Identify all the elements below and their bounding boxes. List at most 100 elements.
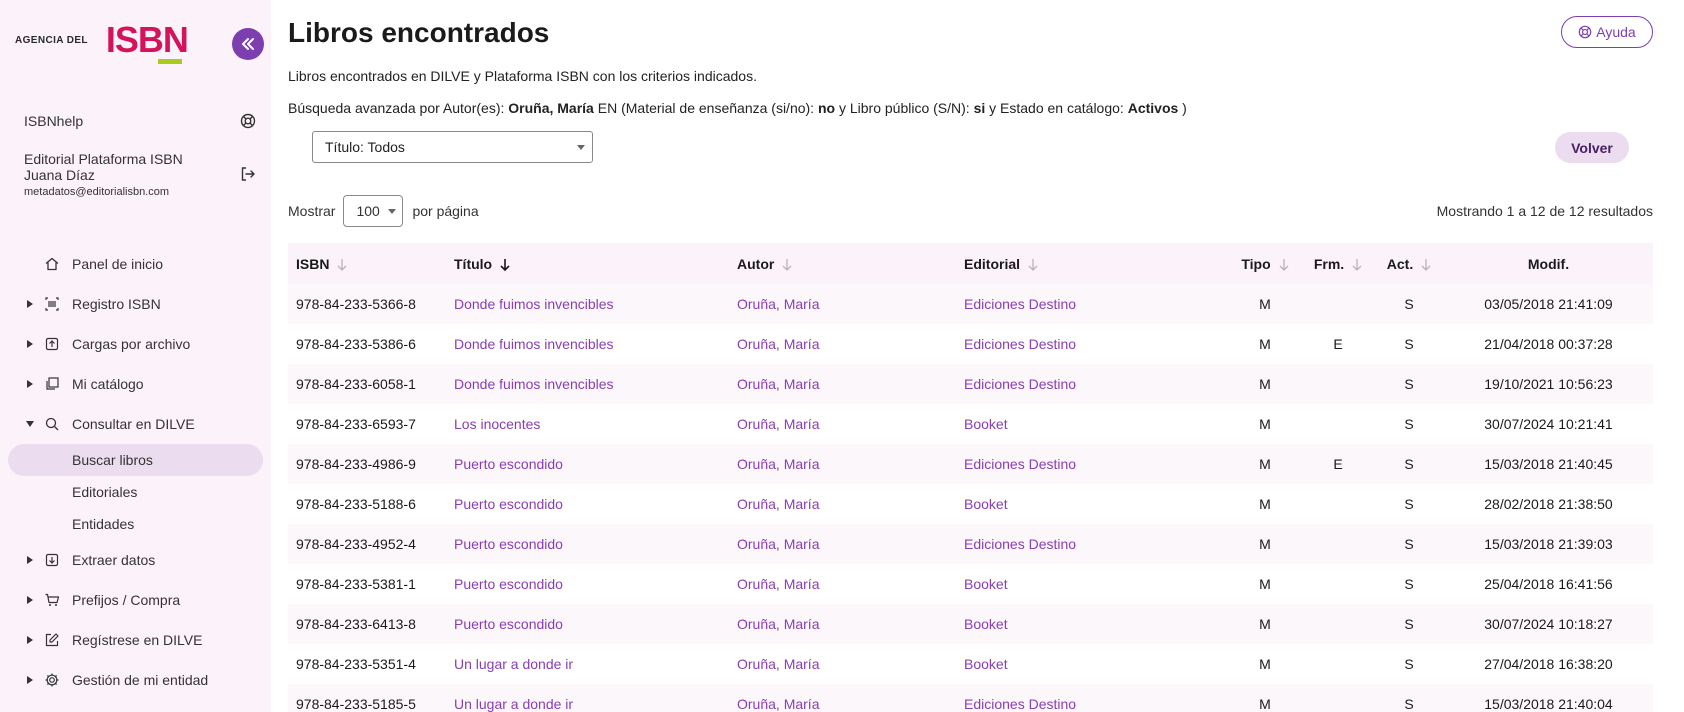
cell-tipo: M [1259,416,1271,432]
cell-title-link[interactable]: Un lugar a donde ir [446,684,729,712]
cell-act: S [1404,576,1414,592]
sidebar-item-panel-inicio[interactable]: Panel de inicio [0,244,271,284]
sidebar-subitem-entidades[interactable]: Entidades [0,508,271,540]
sidebar-item-consultar-dilve[interactable]: Consultar en DILVE [0,404,271,444]
cell-title-link[interactable]: Donde fuimos invencibles [446,324,729,364]
sidebar: AGENCIA DEL ISBN ISBNhelp Editorial Plat… [0,0,271,712]
back-button[interactable]: Volver [1555,132,1629,163]
cell-modif: 15/03/2018 21:40:04 [1484,696,1613,712]
collapse-sidebar-button[interactable] [232,28,264,60]
cell-modif: 19/10/2021 10:56:23 [1484,376,1613,392]
sort-arrow-down-active-icon [500,259,510,272]
cell-author-link[interactable]: Oruña, María [729,284,956,324]
sidebar-item-label: Gestión de mi entidad [72,672,209,688]
cell-frm [1302,484,1374,524]
sidebar-nav: Panel de inicio Registro ISBN Cargas por… [0,244,271,700]
cell-publisher-link[interactable]: Ediciones Destino [956,364,1228,404]
col-header-act[interactable]: Act. [1374,243,1444,284]
cell-act: S [1404,656,1414,672]
table-row: 978-84-233-4952-4 Puerto escondido Oruña, … [288,524,1653,564]
col-header-isbn[interactable]: ISBN [288,243,446,284]
cell-publisher-link[interactable]: Booket [956,564,1228,604]
cell-tipo: M [1259,536,1271,552]
cell-author-link[interactable]: Oruña, María [729,644,956,684]
cell-modif: 15/03/2018 21:39:03 [1484,536,1613,552]
cell-title-link[interactable]: Puerto escondido [446,524,729,564]
cell-author-link[interactable]: Oruña, María [729,324,956,364]
cart-icon [45,593,60,606]
cell-publisher-link[interactable]: Booket [956,604,1228,644]
title-filter-select[interactable]: Título: Todos [312,131,593,163]
sidebar-item-mi-catalogo[interactable]: Mi catálogo [0,364,271,404]
pagination-size: Mostrar 100 por página [288,195,479,227]
cell-isbn: 978-84-233-5185-5 [296,696,416,712]
sidebar-item-registrese-dilve[interactable]: Regístrese en DILVE [0,620,271,660]
per-page-select[interactable]: 100 [343,195,404,227]
cell-tipo: M [1259,616,1271,632]
table-row: 978-84-233-6593-7 Los inocentes Oruña, Mar… [288,404,1653,444]
cell-title-link[interactable]: Puerto escondido [446,564,729,604]
isbnhelp-link[interactable]: ISBNhelp [24,113,256,129]
cell-act: S [1404,416,1414,432]
help-button[interactable]: Ayuda [1561,16,1653,48]
col-header-editorial[interactable]: Editorial [956,243,1228,284]
cell-publisher-link[interactable]: Booket [956,404,1228,444]
cell-isbn: 978-84-233-4952-4 [296,536,416,552]
sidebar-item-prefijos-compra[interactable]: Prefijos / Compra [0,580,271,620]
col-header-titulo[interactable]: Título [446,243,729,284]
page-title: Libros encontrados [288,17,550,48]
show-label: Mostrar [288,203,336,219]
sidebar-subitem-buscar-libros[interactable]: Buscar libros [8,444,263,476]
logo-text: ISBN [105,19,189,60]
sidebar-item-registro-isbn[interactable]: Registro ISBN [0,284,271,324]
cell-title-link[interactable]: Puerto escondido [446,604,729,644]
cell-frm [1302,564,1374,604]
col-header-autor[interactable]: Autor [729,243,956,284]
sidebar-item-label: Extraer datos [72,552,156,568]
table-row: 978-84-233-5188-6 Puerto escondido Oruña, … [288,484,1653,524]
cell-title-link[interactable]: Donde fuimos invencibles [446,284,729,324]
agency-logo[interactable]: AGENCIA DEL ISBN [15,19,189,64]
sidebar-item-label: Consultar en DILVE [72,416,195,432]
sidebar-item-extraer-datos[interactable]: Extraer datos [0,540,271,580]
cell-author-link[interactable]: Oruña, María [729,444,956,484]
cell-author-link[interactable]: Oruña, María [729,524,956,564]
sidebar-item-cargas-archivo[interactable]: Cargas por archivo [0,324,271,364]
cell-author-link[interactable]: Oruña, María [729,604,956,644]
search-criteria: Búsqueda avanzada por Autor(es): Oruña, … [288,100,1187,116]
col-header-tipo[interactable]: Tipo [1228,243,1302,284]
cell-title-link[interactable]: Un lugar a donde ir [446,644,729,684]
cell-author-link[interactable]: Oruña, María [729,484,956,524]
cell-act: S [1404,696,1414,712]
cell-title-link[interactable]: Puerto escondido [446,444,729,484]
cell-author-link[interactable]: Oruña, María [729,564,956,604]
cell-title-link[interactable]: Los inocentes [446,404,729,444]
sort-arrow-down-icon [1279,259,1289,272]
table-row: 978-84-233-4986-9 Puerto escondido Oruña, … [288,444,1653,484]
cell-publisher-link[interactable]: Ediciones Destino [956,324,1228,364]
sort-arrow-down-icon [782,259,792,272]
help-button-label: Ayuda [1596,24,1636,40]
sidebar-item-gestion-entidad[interactable]: Gestión de mi entidad [0,660,271,700]
cell-publisher-link[interactable]: Booket [956,644,1228,684]
sidebar-subitem-editoriales[interactable]: Editoriales [0,476,271,508]
table-row: 978-84-233-5351-4 Un lugar a donde ir Oruñ… [288,644,1653,684]
cell-author-link[interactable]: Oruña, María [729,364,956,404]
cell-publisher-link[interactable]: Booket [956,484,1228,524]
cell-author-link[interactable]: Oruña, María [729,684,956,712]
cell-publisher-link[interactable]: Ediciones Destino [956,524,1228,564]
cell-frm [1302,364,1374,404]
cell-title-link[interactable]: Puerto escondido [446,484,729,524]
search-icon [45,417,59,431]
logo-main: ISBN [105,19,189,64]
cell-publisher-link[interactable]: Ediciones Destino [956,444,1228,484]
col-header-frm[interactable]: Frm. [1302,243,1374,284]
criteria-teaching: no [817,100,836,116]
cell-publisher-link[interactable]: Ediciones Destino [956,684,1228,712]
cell-author-link[interactable]: Oruña, María [729,404,956,444]
cell-title-link[interactable]: Donde fuimos invencibles [446,364,729,404]
table-row: 978-84-233-5386-6 Donde fuimos invencible… [288,324,1653,364]
cell-modif: 15/03/2018 21:40:45 [1484,456,1613,472]
cell-publisher-link[interactable]: Ediciones Destino [956,284,1228,324]
logout-icon[interactable] [240,166,256,182]
